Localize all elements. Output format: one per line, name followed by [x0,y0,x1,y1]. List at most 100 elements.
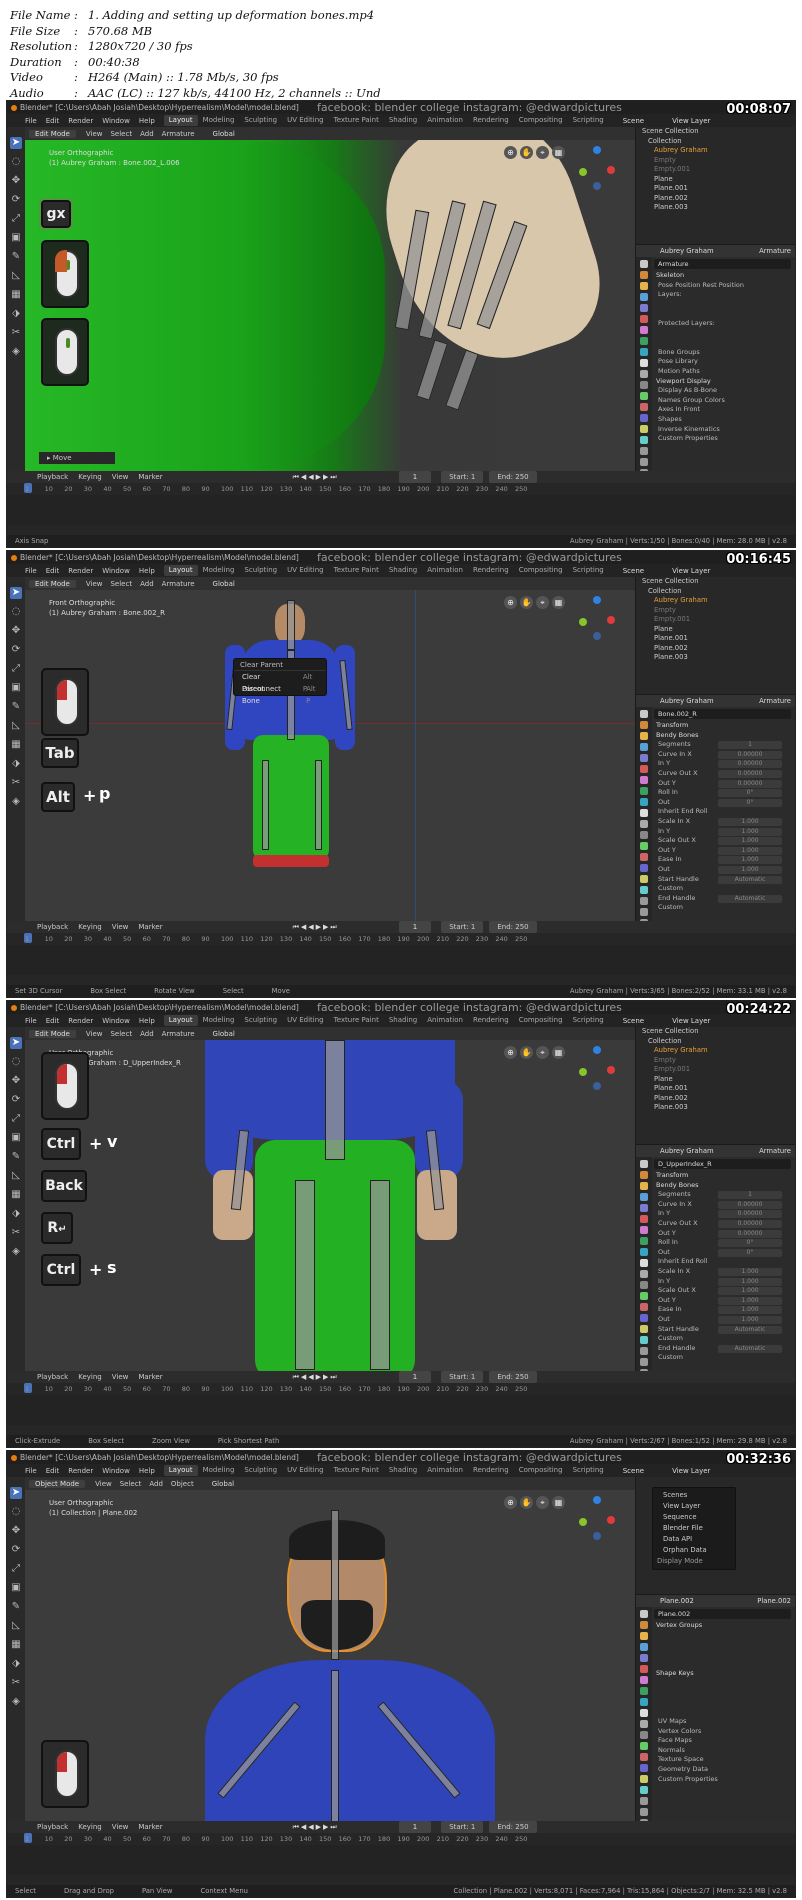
timeline-menu[interactable]: Keying [78,1371,102,1383]
scene-selector[interactable]: Scene [623,117,644,125]
current-frame[interactable]: 1 [398,1821,432,1833]
mode-selector[interactable]: Edit Mode [29,1029,76,1038]
outliner-item[interactable]: Aubrey Graham [636,1046,795,1056]
header-view[interactable]: View [86,1030,103,1038]
workspace-tab[interactable]: Animation [422,115,468,126]
workspace-tab[interactable]: UV Editing [282,1015,329,1026]
tool-icon[interactable]: ◺ [10,1620,22,1632]
tool-icon[interactable]: ⤢ [10,213,22,225]
outliner-item[interactable]: Aubrey Graham [636,596,795,606]
bone[interactable] [325,1040,345,1160]
property-value[interactable]: 1.000 [718,837,782,846]
property-row[interactable]: Curve In X 0.00000 [636,1200,795,1210]
end-frame[interactable]: End: 250 [489,921,537,933]
header-armature[interactable]: Armature [162,130,195,138]
timeline-ruler[interactable]: 1 10 20 30 40 50 60 70 80 90 100 110 120 130 140 150 160… [7,1383,795,1395]
timeline-menu[interactable]: Marker [138,921,162,933]
outliner-item[interactable]: Empty.001 [636,1065,795,1075]
menu-edit[interactable]: Edit [46,567,60,575]
bone[interactable] [331,1670,339,1821]
timeline-ruler[interactable]: 1 10 20 30 40 50 60 70 80 90 100 110 120 130 140 150 160… [7,933,795,945]
timeline-track[interactable] [7,1395,795,1425]
property-value[interactable]: 1.000 [718,1306,782,1315]
bone[interactable] [295,1180,315,1370]
property-row[interactable]: Out 1.000 [636,1315,795,1325]
outliner-item[interactable]: Collection [636,1037,795,1047]
property-row[interactable] [636,1640,795,1650]
3d-viewport[interactable]: Front Orthographic (1) Aubrey Graham : Bo… [25,590,635,921]
timeline-menu[interactable]: View [112,921,129,933]
tool-icon[interactable]: ◌ [10,156,22,168]
tool-icon[interactable]: ⟳ [10,644,22,656]
workspace-tab[interactable]: Sculpting [239,1465,282,1476]
property-row[interactable]: Custom [636,884,795,894]
property-row[interactable]: Viewport Display [636,377,795,387]
property-row[interactable]: Layers: [636,290,795,300]
workspace-tab[interactable]: Sculpting [239,115,282,126]
header-select[interactable]: Select [120,1480,142,1488]
camera-icon[interactable]: ⌖ [536,1496,549,1509]
scene-selector[interactable]: Scene [623,1467,644,1475]
workspace-tab[interactable]: Animation [422,565,468,576]
end-frame[interactable]: End: 250 [489,1371,537,1383]
tool-icon[interactable]: ▣ [10,232,22,244]
workspace-tab[interactable]: Modeling [198,115,240,126]
property-value[interactable]: 0° [718,798,782,807]
timeline-menu[interactable]: Marker [138,1821,162,1833]
timeline-menu[interactable]: Playback [37,471,68,483]
y-axis-icon[interactable] [579,168,587,176]
property-row[interactable]: Face Maps [636,1736,795,1746]
property-value[interactable]: 0.00000 [718,1210,782,1219]
zoom-icon[interactable]: ⊕ [504,1496,517,1509]
menu-help[interactable]: Help [139,567,155,575]
menu-render[interactable]: Render [68,117,93,125]
workspace-tab[interactable]: Layout [163,1015,198,1026]
datablock-name-field[interactable]: D_UpperIndex_R [654,1159,791,1169]
outliner-item[interactable]: Plane.003 [636,1103,795,1113]
tool-icon[interactable]: ✂ [10,327,22,339]
tool-icon[interactable]: ➤ [10,1037,22,1049]
tool-icon[interactable]: ✎ [10,251,22,263]
property-value[interactable]: 0.00000 [718,1219,782,1228]
bone[interactable] [445,349,479,411]
playback-controls[interactable]: ⏮◀◀▶▶⏭ [293,1821,339,1833]
property-value[interactable]: 1.000 [718,1296,782,1305]
header-select[interactable]: Select [110,580,132,588]
tool-icon[interactable]: ◺ [10,720,22,732]
dropdown-option[interactable]: Blender File [653,1523,735,1534]
menu-window[interactable]: Window [102,567,130,575]
playback-controls[interactable]: ⏮◀◀▶▶⏭ [293,921,339,933]
end-frame[interactable]: End: 250 [489,1821,537,1833]
transform-orientation[interactable]: Global [213,580,235,588]
property-value[interactable]: 1.000 [718,865,782,874]
property-row[interactable] [636,1631,795,1641]
x-axis-icon[interactable] [607,616,615,624]
transform-orientation[interactable]: Global [213,1030,235,1038]
menu-edit[interactable]: Edit [46,1017,60,1025]
property-value[interactable]: 0.00000 [718,1229,782,1238]
workspace-tab[interactable]: Texture Paint [329,565,384,576]
menu-window[interactable]: Window [102,117,130,125]
tool-icon[interactable]: ▦ [10,1639,22,1651]
pan-icon[interactable]: ✋ [520,1046,533,1059]
property-value[interactable]: Automatic [718,875,782,884]
workspace-tab[interactable]: Shading [384,1015,422,1026]
mode-selector[interactable]: Edit Mode [29,129,76,138]
zoom-icon[interactable]: ⊕ [504,1046,517,1059]
menu-file[interactable]: File [25,1017,37,1025]
workspace-tab[interactable]: Compositing [514,1465,568,1476]
tool-icon[interactable]: ▦ [10,739,22,751]
scene-selector[interactable]: Scene [623,567,644,575]
timeline-menu[interactable]: Keying [78,921,102,933]
menu-help[interactable]: Help [139,1467,155,1475]
workspace-tab[interactable]: Modeling [198,1015,240,1026]
tool-icon[interactable]: ◌ [10,1056,22,1068]
tool-icon[interactable]: ⬗ [10,1208,22,1220]
workspace-tab[interactable]: Layout [163,565,198,576]
grid-icon[interactable]: ▦ [552,596,565,609]
mode-selector[interactable]: Edit Mode [29,579,76,588]
property-row[interactable]: Transform [636,1171,795,1181]
property-row[interactable]: Vertex Colors [636,1727,795,1737]
timeline-menu[interactable]: View [112,1821,129,1833]
properties-tab-icon[interactable] [640,710,648,718]
